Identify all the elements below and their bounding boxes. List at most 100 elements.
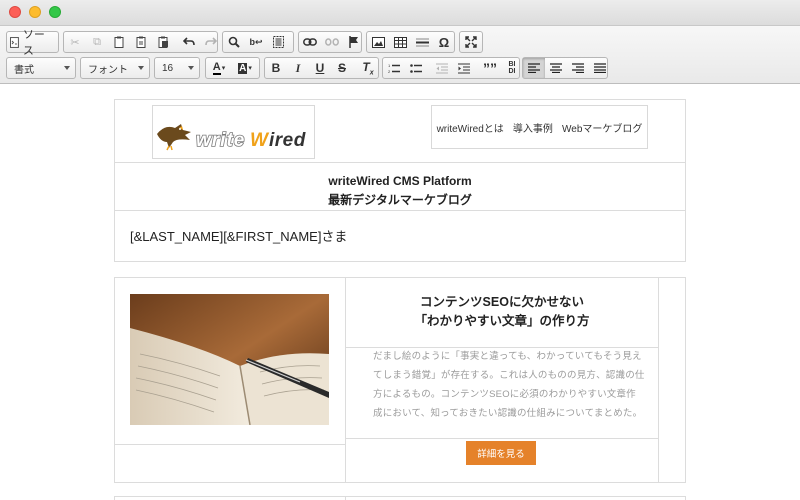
align-center-button[interactable] xyxy=(545,58,567,78)
background-color-button[interactable]: A ▾ xyxy=(232,58,258,78)
paragraph-group: 12 ”” BI DI xyxy=(382,57,520,79)
text-color-icon: A xyxy=(212,60,221,75)
size-select[interactable]: 16 xyxy=(154,57,200,79)
maximize-icon xyxy=(465,36,477,48)
logo-image: write W ired xyxy=(157,124,306,152)
svg-text:W: W xyxy=(250,130,270,151)
text-color-button[interactable]: A ▾ xyxy=(206,58,232,78)
language-direction-button[interactable]: BI DI xyxy=(501,58,523,78)
source-icon xyxy=(10,36,19,48)
copy-button[interactable]: ⧉ xyxy=(86,32,108,52)
svg-text:1: 1 xyxy=(388,63,391,68)
italic-label: I xyxy=(295,60,301,75)
strike-button[interactable]: S xyxy=(331,58,353,78)
align-left-icon xyxy=(528,63,540,73)
special-char-label: Ω xyxy=(438,34,450,50)
svg-text:write: write xyxy=(196,130,245,151)
background-color-icon: A xyxy=(238,62,248,74)
link-button[interactable] xyxy=(299,32,321,52)
anchor-button[interactable] xyxy=(343,32,365,52)
nav-link-cases[interactable]: 導入事例 xyxy=(513,120,553,135)
article-title-line1: コンテンツSEOに欠かせない xyxy=(420,295,584,309)
format-select[interactable]: 書式 xyxy=(6,57,76,79)
view-group xyxy=(459,31,483,53)
bold-button[interactable]: B xyxy=(265,58,287,78)
article-photo[interactable] xyxy=(130,294,329,425)
close-window-button[interactable] xyxy=(9,6,21,18)
align-group xyxy=(522,57,608,79)
numbered-list-icon: 12 xyxy=(388,63,400,74)
underline-button[interactable]: U xyxy=(309,58,331,78)
read-more-button[interactable]: 詳細を見る xyxy=(466,441,536,465)
flag-icon xyxy=(349,36,358,48)
outdent-icon xyxy=(436,63,448,73)
divider xyxy=(114,210,686,211)
bold-label: B xyxy=(271,61,281,75)
justify-button[interactable] xyxy=(589,58,611,78)
find-button[interactable] xyxy=(223,32,245,52)
paste-button[interactable] xyxy=(108,32,130,52)
font-select[interactable]: フォント xyxy=(80,57,150,79)
greeting: [&LAST_NAME][&FIRST_NAME]さま xyxy=(130,229,348,244)
nav-link-about[interactable]: writeWiredとは xyxy=(437,120,504,135)
image-button[interactable] xyxy=(367,32,389,52)
paste-word-button[interactable] xyxy=(152,32,174,52)
redo-icon xyxy=(205,37,217,46)
redo-button[interactable] xyxy=(200,32,222,52)
paste-icon xyxy=(114,36,123,48)
hero-title-line2: 最新デジタルマーケブログ xyxy=(328,193,472,207)
replace-icon: b↩ xyxy=(249,36,263,47)
find-group: b↩ xyxy=(222,31,294,53)
unlink-icon xyxy=(325,38,339,46)
underline-label: U xyxy=(315,61,325,75)
article-title: コンテンツSEOに欠かせない 「わかりやすい文章」の作り方 xyxy=(346,293,658,331)
bulleted-list-button[interactable] xyxy=(405,58,427,78)
replace-button[interactable]: b↩ xyxy=(245,32,267,52)
align-right-button[interactable] xyxy=(567,58,589,78)
cut-button[interactable]: ✂ xyxy=(64,32,86,52)
chevron-down-icon xyxy=(64,66,70,70)
indent-button[interactable] xyxy=(453,58,475,78)
header-nav: writeWiredとは 導入事例 Webマーケブログ xyxy=(431,105,648,149)
chevron-down-icon xyxy=(188,66,194,70)
table-button[interactable] xyxy=(389,32,411,52)
bulleted-list-icon xyxy=(410,63,422,73)
italic-button[interactable]: I xyxy=(287,58,309,78)
undo-button[interactable] xyxy=(178,32,200,52)
svg-text:ired: ired xyxy=(269,130,306,151)
minimize-window-button[interactable] xyxy=(29,6,41,18)
nav-link-blog[interactable]: Webマーケブログ xyxy=(562,120,642,135)
search-icon xyxy=(228,36,240,48)
divider xyxy=(114,162,686,163)
numbered-list-button[interactable]: 12 xyxy=(383,58,405,78)
unlink-button[interactable] xyxy=(321,32,343,52)
format-select-value: 書式 xyxy=(14,64,34,76)
maximize-window-button[interactable] xyxy=(49,6,61,18)
outdent-button[interactable] xyxy=(431,58,453,78)
blockquote-button[interactable]: ”” xyxy=(479,58,501,78)
remove-format-button[interactable]: Tx xyxy=(357,58,379,78)
quote-icon: ”” xyxy=(483,60,497,76)
source-group: ソース xyxy=(6,29,59,57)
font-select-value: フォント xyxy=(88,64,128,76)
maximize-button[interactable] xyxy=(460,32,482,52)
link-group xyxy=(298,31,362,53)
clipboard-group: ✂ ⧉ xyxy=(63,31,218,53)
article-title-line2: 「わかりやすい文章」の作り方 xyxy=(414,314,590,328)
paste-text-button[interactable] xyxy=(130,32,152,52)
select-all-button[interactable] xyxy=(267,32,289,52)
article-photo-image xyxy=(130,294,329,425)
special-char-button[interactable]: Ω xyxy=(433,32,455,52)
justify-icon xyxy=(594,63,606,73)
align-center-icon xyxy=(550,63,562,73)
svg-text:2: 2 xyxy=(388,69,391,74)
cut-icon: ✂ xyxy=(70,36,80,49)
basic-styles-group: B I U S Tx xyxy=(264,57,379,79)
undo-icon xyxy=(183,37,195,46)
table-icon xyxy=(393,36,407,48)
align-right-icon xyxy=(572,63,584,73)
horizontal-rule-button[interactable] xyxy=(411,32,433,52)
logo[interactable]: write W ired xyxy=(152,105,315,159)
align-left-button[interactable] xyxy=(523,58,545,78)
source-button[interactable]: ソース xyxy=(7,29,58,57)
